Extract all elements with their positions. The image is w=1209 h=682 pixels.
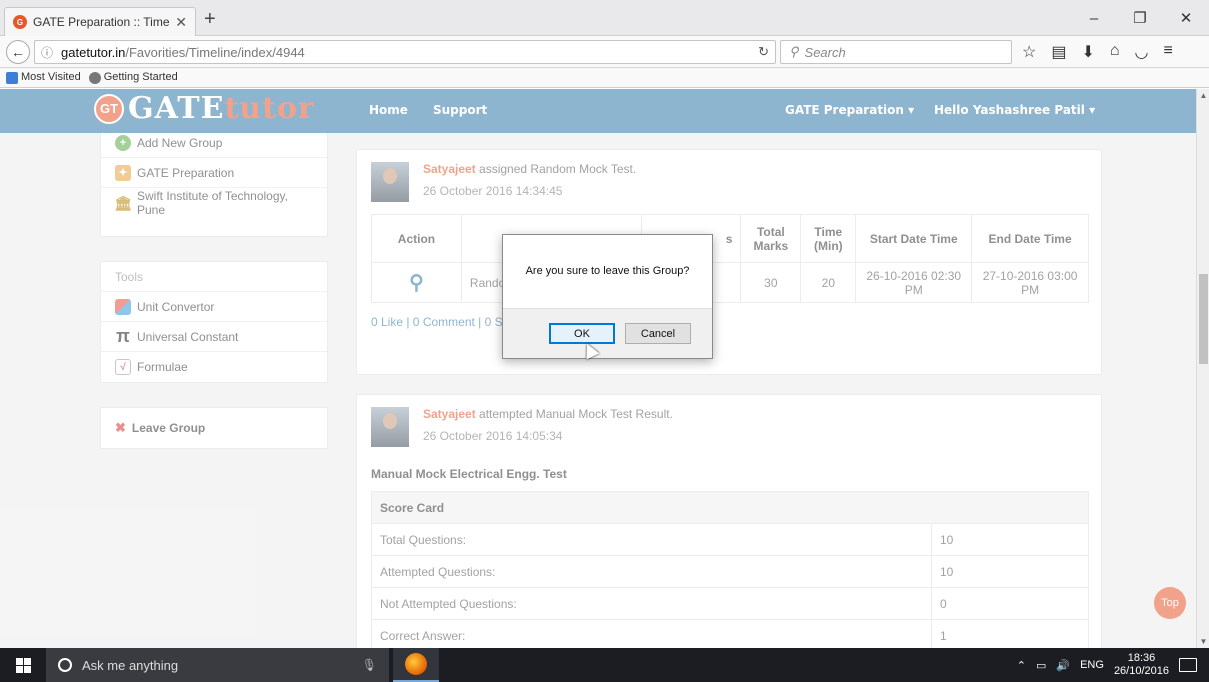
- windows-logo-icon: [15, 657, 31, 673]
- scroll-down-icon[interactable]: ▼: [1197, 635, 1209, 648]
- search-input[interactable]: ⚲ Search: [780, 40, 1012, 64]
- microphone-icon[interactable]: 🎙: [362, 658, 377, 672]
- close-window-button[interactable]: ✕: [1163, 0, 1209, 36]
- bookmark-most-visited[interactable]: Most Visited: [6, 71, 81, 84]
- arrow-left-icon: ←: [11, 44, 25, 60]
- back-button[interactable]: ←: [6, 40, 30, 64]
- cortana-search-box[interactable]: Ask me anything 🎙: [46, 648, 389, 682]
- toolbar-icons: ☆ ▤ ⬇ ⌂ ◡ ≡: [1022, 42, 1173, 62]
- network-icon[interactable]: ▭: [1036, 659, 1046, 672]
- scroll-up-icon[interactable]: ▲: [1197, 89, 1209, 102]
- info-icon[interactable]: ⓘ: [41, 44, 53, 61]
- dialog-footer: OK Cancel: [503, 308, 712, 358]
- dialog-message: Are you sure to leave this Group?: [525, 265, 690, 277]
- menu-icon[interactable]: ≡: [1164, 42, 1173, 62]
- firefox-icon: [405, 653, 427, 675]
- page-viewport: + Add New Group ✦ GATE Preparation 🏛 Swi…: [0, 89, 1209, 648]
- search-icon: ⚲: [789, 44, 799, 59]
- windows-taskbar: Ask me anything 🎙 ⌃ ▭ 🔊 ENG 18:36 26/10/…: [0, 648, 1209, 682]
- browser-tab[interactable]: G GATE Preparation :: Timeli... ✕: [4, 7, 196, 36]
- bookmarks-bar: Most Visited Getting Started: [0, 68, 1209, 88]
- system-tray: ⌃ ▭ 🔊 ENG 18:36 26/10/2016: [1017, 652, 1209, 678]
- cortana-icon: [58, 658, 72, 672]
- ok-button[interactable]: OK: [549, 323, 615, 344]
- address-bar[interactable]: ⓘ gatetutor.in/Favorities/Timeline/index…: [34, 40, 776, 64]
- maximize-button[interactable]: ❐: [1117, 0, 1163, 36]
- minimize-button[interactable]: –: [1071, 0, 1117, 36]
- download-icon[interactable]: ⬇: [1081, 42, 1094, 62]
- reading-list-icon[interactable]: ▤: [1051, 42, 1066, 62]
- pocket-icon[interactable]: ◡: [1135, 42, 1149, 62]
- bookmark-getting-started[interactable]: Getting Started: [88, 71, 178, 84]
- search-placeholder: Search: [804, 44, 846, 60]
- modal-overlay: [0, 89, 1196, 648]
- bookmark-folder-icon: [6, 71, 18, 84]
- home-icon[interactable]: ⌂: [1110, 42, 1120, 62]
- url-text: gatetutor.in/Favorities/Timeline/index/4…: [61, 44, 305, 60]
- cortana-placeholder: Ask me anything: [82, 657, 179, 673]
- site-favicon-icon: G: [13, 15, 27, 29]
- tab-title: GATE Preparation :: Timeli...: [33, 15, 170, 29]
- bookmark-star-icon[interactable]: ☆: [1022, 42, 1036, 62]
- start-button[interactable]: [0, 648, 46, 682]
- cancel-button[interactable]: Cancel: [625, 323, 691, 344]
- scroll-thumb[interactable]: [1199, 274, 1208, 364]
- volume-icon[interactable]: 🔊: [1056, 659, 1070, 672]
- confirm-dialog: Are you sure to leave this Group? OK Can…: [502, 234, 713, 360]
- new-tab-button[interactable]: +: [204, 9, 216, 29]
- notification-icon[interactable]: [1179, 658, 1197, 672]
- tray-chevron-icon[interactable]: ⌃: [1017, 659, 1026, 672]
- taskbar-clock[interactable]: 18:36 26/10/2016: [1114, 652, 1169, 678]
- page-scrollbar[interactable]: ▲ ▼: [1196, 89, 1209, 648]
- close-tab-icon[interactable]: ✕: [175, 14, 187, 31]
- language-indicator[interactable]: ENG: [1080, 659, 1104, 671]
- reload-icon[interactable]: ↻: [758, 44, 769, 60]
- window-controls: – ❐ ✕: [1071, 0, 1209, 36]
- browser-tabbar: G GATE Preparation :: Timeli... ✕ + – ❐ …: [0, 0, 1209, 36]
- firefox-taskbar-button[interactable]: [393, 648, 439, 682]
- browser-navbar: ← ⓘ gatetutor.in/Favorities/Timeline/ind…: [0, 36, 1209, 68]
- globe-icon: [88, 71, 101, 84]
